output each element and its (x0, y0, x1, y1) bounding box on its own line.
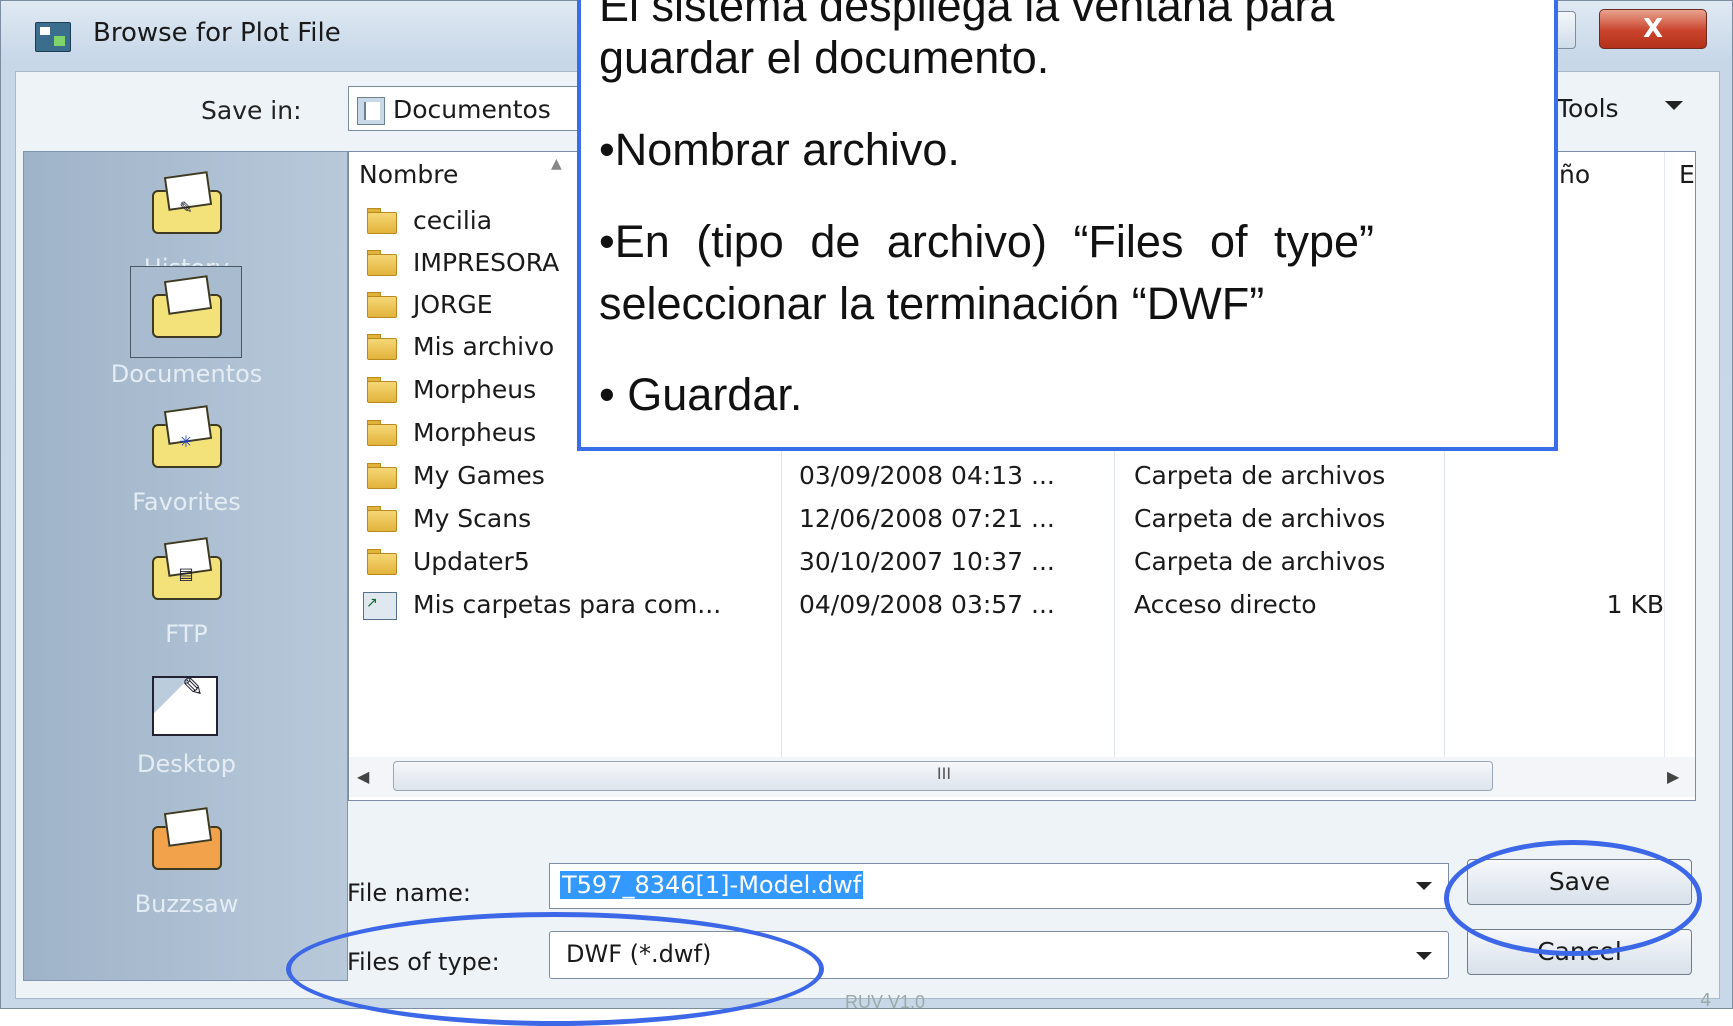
slide-footer: RUV V1.0 (845, 992, 926, 1012)
folder-icon (367, 250, 397, 276)
file-size: 1 KB (1606, 590, 1664, 619)
folder-icon (367, 292, 397, 318)
file-name-value: T597_8346[1]-Model.dwf (560, 871, 864, 899)
file-name: Updater5 (413, 547, 530, 576)
place-label: Buzzsaw (134, 890, 239, 918)
place-label: Documentos (110, 360, 263, 388)
documents-folder-icon (357, 97, 385, 125)
documents-folder-icon (152, 275, 222, 338)
scroll-right-icon[interactable]: ▶ (1667, 767, 1679, 786)
file-name: Morpheus (413, 418, 537, 447)
save-in-value: Documentos (393, 95, 551, 124)
desktop-icon: ✎ (152, 670, 220, 736)
folder-icon (367, 549, 397, 575)
file-date: 04/09/2008 03:57 ... (799, 590, 1055, 619)
save-highlight-ellipse (1444, 840, 1702, 956)
favorites-folder-icon: ✳ (152, 405, 222, 468)
window-title: Browse for Plot File (93, 18, 341, 48)
file-name-input[interactable]: T597_8346[1]-Model.dwf (549, 863, 1449, 909)
list-item[interactable]: Updater5 30/10/2007 10:37 ... Carpeta de… (349, 541, 1697, 583)
save-in-label: Save in: (201, 96, 302, 125)
app-icon (35, 22, 71, 52)
place-buzzsaw[interactable]: Buzzsaw (24, 798, 349, 928)
chevron-down-icon[interactable] (1665, 101, 1683, 110)
callout-line: guardar el documento. (599, 32, 1050, 83)
buzzsaw-folder-icon (152, 807, 222, 870)
tools-menu[interactable]: Tools (1557, 94, 1619, 123)
scrollbar-thumb[interactable]: III (393, 761, 1493, 791)
column-header-size[interactable]: ño (1559, 160, 1590, 189)
folder-icon (367, 506, 397, 532)
place-desktop[interactable]: ✎ Desktop (24, 658, 349, 788)
column-header-extra[interactable]: E (1679, 160, 1695, 189)
folder-icon (367, 334, 397, 360)
callout-line: seleccionar la terminación “DWF” (599, 278, 1265, 329)
file-name: Mis carpetas para com... (413, 590, 722, 619)
history-folder-icon: ✎ (152, 171, 222, 234)
place-documentos[interactable]: Documentos (24, 266, 349, 396)
chevron-down-icon[interactable] (1416, 882, 1432, 890)
list-item[interactable]: My Games 03/09/2008 04:13 ... Carpeta de… (349, 455, 1697, 497)
callout-line: •Nombrar archivo. (599, 124, 960, 175)
folder-icon (367, 208, 397, 234)
horizontal-scrollbar[interactable]: ◀ III ▶ (349, 757, 1695, 797)
file-type: Acceso directo (1134, 590, 1317, 619)
file-name: IMPRESORA (413, 248, 560, 277)
place-label: FTP (165, 620, 208, 648)
file-name: Mis archivo (413, 332, 555, 361)
place-label: Desktop (137, 750, 236, 778)
place-favorites[interactable]: ✳ Favorites (24, 396, 349, 526)
close-button[interactable]: X (1599, 9, 1707, 49)
callout-line: •En (tipo de archivo) “Files of type” (599, 216, 1375, 267)
place-ftp[interactable]: ▤ FTP (24, 528, 349, 658)
sort-ascending-icon: ▲ (551, 156, 562, 172)
slide-page-number: 4 (1700, 990, 1712, 1011)
callout-line: • Guardar. (599, 369, 803, 420)
file-date: 12/06/2008 07:21 ... (799, 504, 1055, 533)
file-name: My Scans (413, 504, 532, 533)
file-date: 30/10/2007 10:37 ... (799, 547, 1055, 576)
shortcut-icon (363, 592, 397, 620)
column-header-name[interactable]: Nombre (359, 160, 458, 189)
folder-icon (367, 377, 397, 403)
chevron-down-icon[interactable] (1416, 952, 1432, 960)
list-item[interactable]: Mis carpetas para com... 04/09/2008 03:5… (349, 584, 1697, 626)
place-label: Favorites (132, 488, 241, 516)
callout-line: El sistema despliega la ventana para (599, 0, 1335, 31)
file-type: Carpeta de archivos (1134, 504, 1386, 533)
file-name: JORGE (413, 290, 493, 319)
instruction-callout: El sistema despliega la ventana para gua… (577, 0, 1558, 451)
folder-icon (367, 420, 397, 446)
ftp-folder-icon: ▤ (152, 537, 222, 600)
scroll-left-icon[interactable]: ◀ (357, 767, 369, 786)
scrollbar-grip: III (936, 764, 952, 783)
file-name: My Games (413, 461, 545, 490)
file-name-label: File name: (347, 879, 471, 907)
file-name: cecilia (413, 206, 493, 235)
file-date: 03/09/2008 04:13 ... (799, 461, 1055, 490)
folder-icon (367, 463, 397, 489)
list-item[interactable]: My Scans 12/06/2008 07:21 ... Carpeta de… (349, 498, 1697, 540)
places-bar: ✎ History Documentos ✳ Favorites ▤ FTP ✎… (23, 151, 348, 981)
file-type: Carpeta de archivos (1134, 547, 1386, 576)
file-type: Carpeta de archivos (1134, 461, 1386, 490)
file-name: Morpheus (413, 375, 537, 404)
